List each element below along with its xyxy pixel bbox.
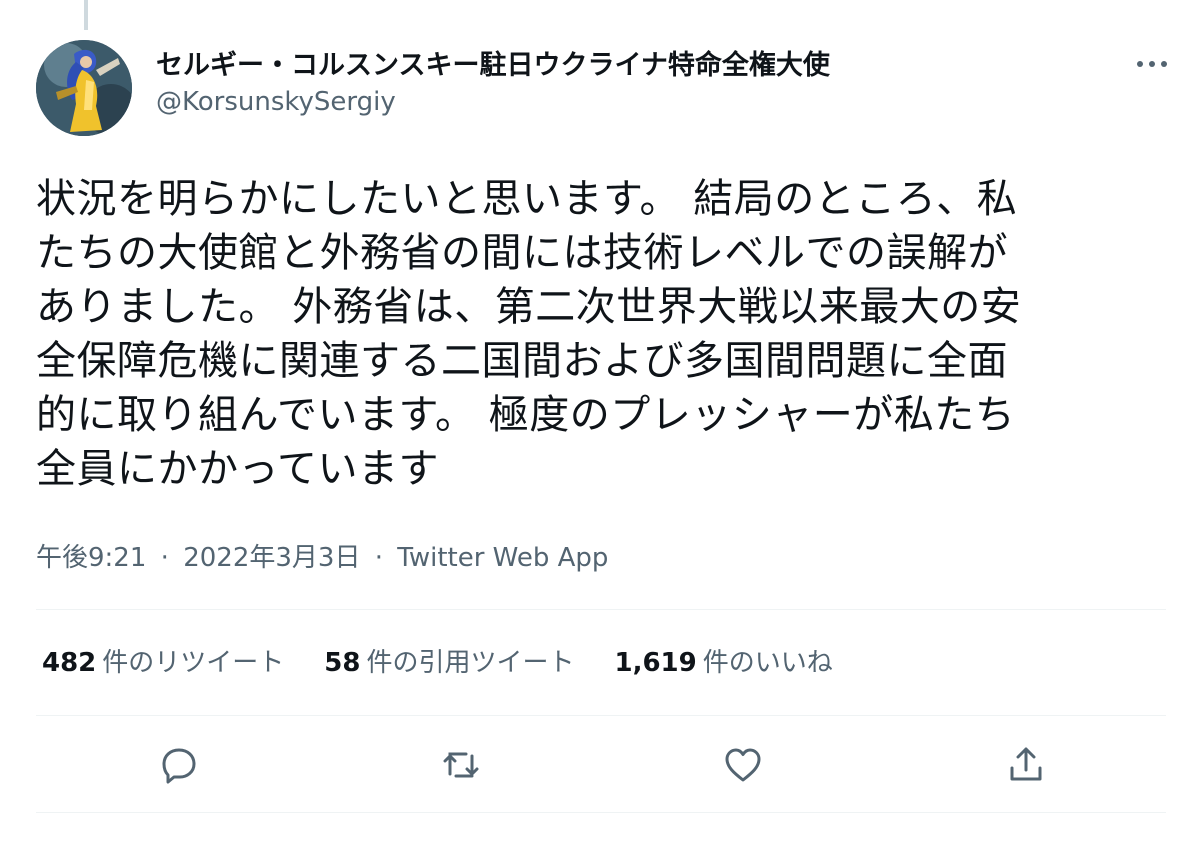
likes-stat[interactable]: 1,619 件のいいね xyxy=(615,645,833,681)
tweet-source[interactable]: Twitter Web App xyxy=(397,543,608,573)
likes-label: 件のいいね xyxy=(702,648,833,678)
tweet-time[interactable]: 午後9:21 xyxy=(36,543,146,573)
action-bar xyxy=(36,740,1166,790)
divider xyxy=(36,715,1166,716)
separator-dot: · xyxy=(374,543,383,573)
separator-dot: · xyxy=(160,543,169,573)
more-options-button[interactable] xyxy=(1132,52,1172,76)
reply-icon xyxy=(162,748,196,784)
quotes-count: 58 xyxy=(324,648,361,678)
author-handle[interactable]: @KorsunskySergiy xyxy=(156,84,830,120)
tweet-date[interactable]: 2022年3月3日 xyxy=(183,543,360,573)
thread-connector-line xyxy=(84,0,88,30)
divider xyxy=(36,812,1166,813)
author-names: セルギー・コルスンスキー駐日ウクライナ特命全権大使 @KorsunskySerg… xyxy=(156,48,830,120)
avatar[interactable] xyxy=(36,40,132,136)
quotes-stat[interactable]: 58 件の引用ツイート xyxy=(324,645,574,681)
retweet-button[interactable] xyxy=(436,740,486,790)
reply-button[interactable] xyxy=(154,740,204,790)
share-icon xyxy=(1010,747,1042,781)
author-display-name[interactable]: セルギー・コルスンスキー駐日ウクライナ特命全権大使 xyxy=(156,48,830,84)
more-icon xyxy=(1137,61,1167,67)
tweet-header: セルギー・コルスンスキー駐日ウクライナ特命全権大使 @KorsunskySerg… xyxy=(36,40,1176,138)
quotes-label: 件の引用ツイート xyxy=(366,648,575,678)
retweets-label: 件のリツイート xyxy=(102,648,285,678)
tweet-text: 状況を明らかにしたいと思います。 結局のところ、私 たちの大使館と外務省の間には… xyxy=(36,176,1022,492)
likes-count: 1,619 xyxy=(614,648,697,678)
avatar-portrait xyxy=(36,40,132,136)
share-button[interactable] xyxy=(1001,740,1051,790)
retweet-icon xyxy=(443,752,479,778)
divider xyxy=(36,609,1166,610)
retweets-count: 482 xyxy=(42,648,97,678)
heart-icon xyxy=(725,748,761,782)
tweet-metadata: 午後9:21 · 2022年3月3日 · Twitter Web App xyxy=(36,540,608,576)
like-button[interactable] xyxy=(718,740,768,790)
retweets-stat[interactable]: 482 件のリツイート xyxy=(42,645,284,681)
engagement-stats: 482 件のリツイート 58 件の引用ツイート 1,619 件のいいね xyxy=(42,645,833,681)
